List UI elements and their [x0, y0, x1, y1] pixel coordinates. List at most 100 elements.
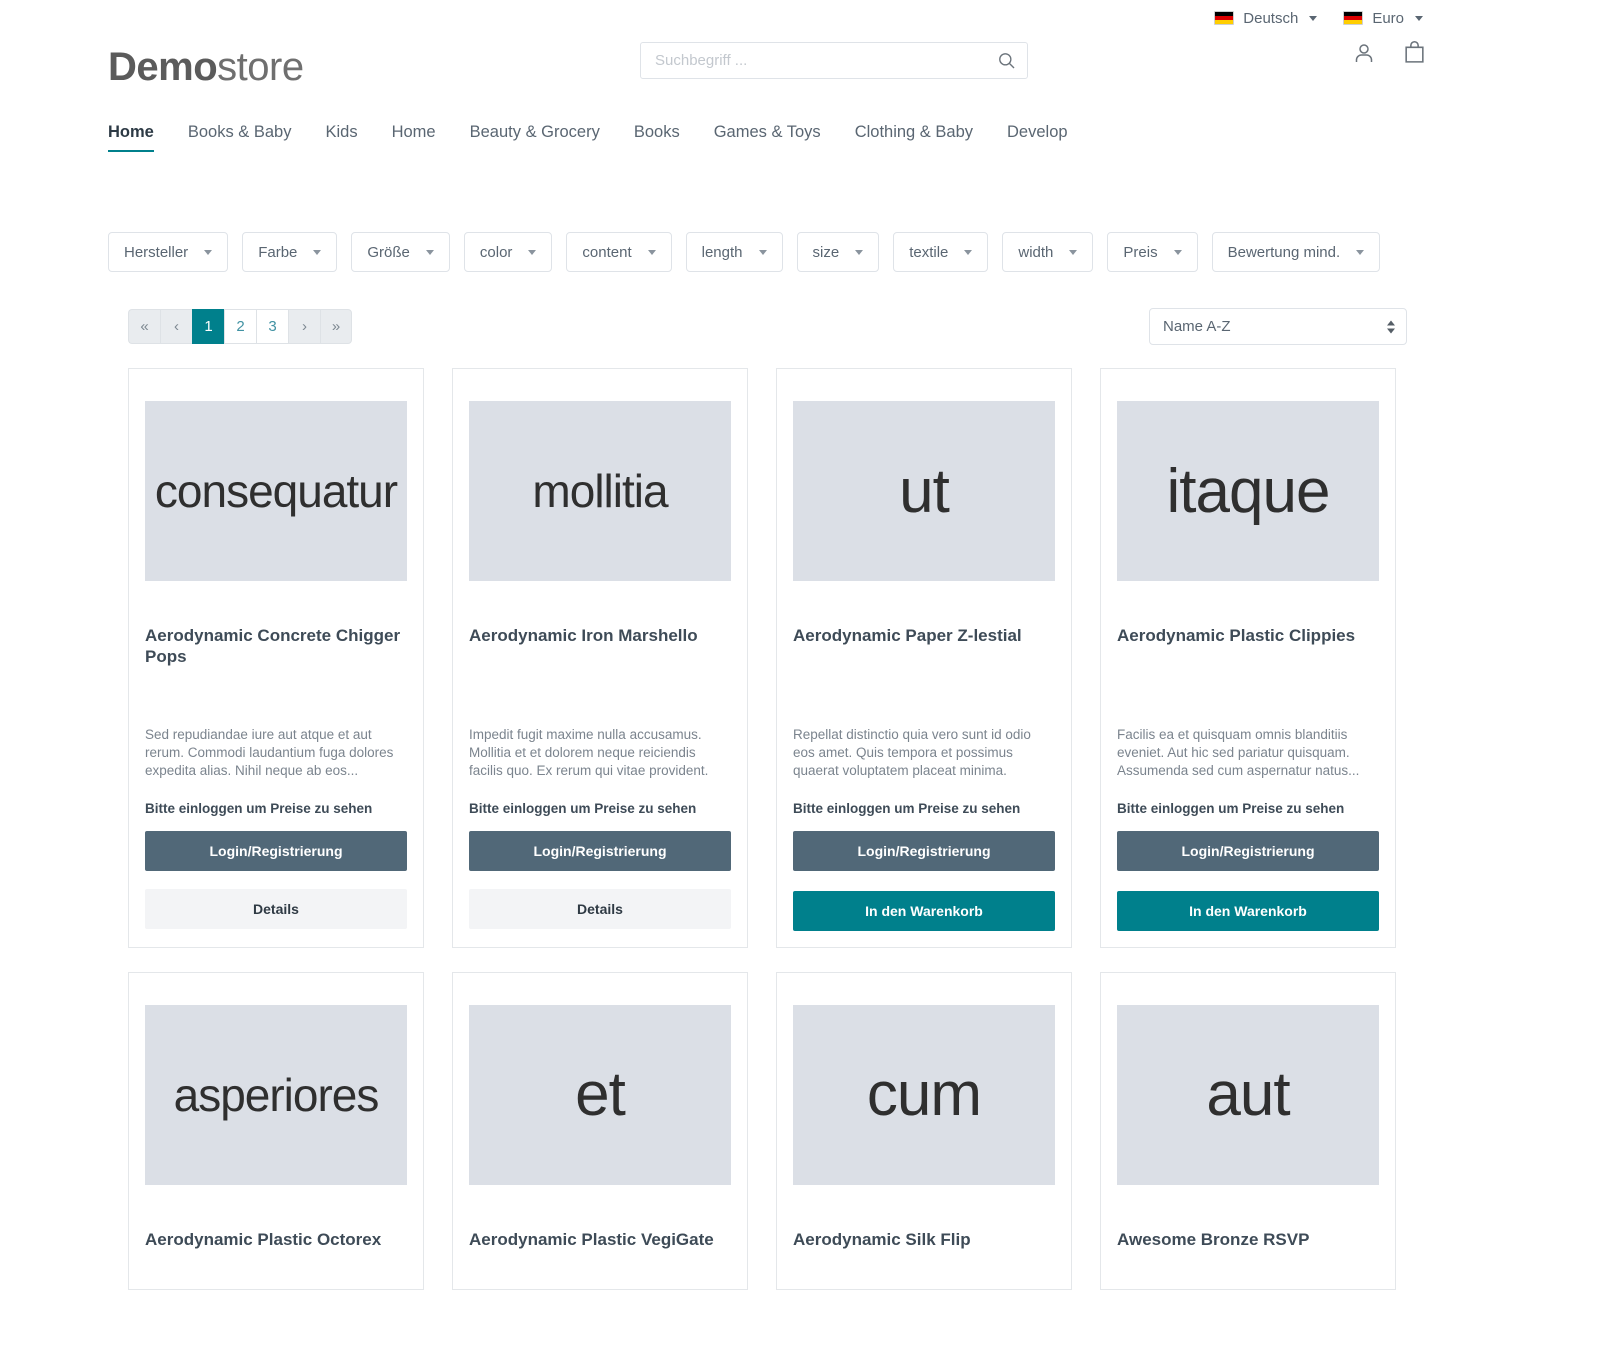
filter-size[interactable]: size	[796, 232, 880, 272]
product-title[interactable]: Aerodynamic Silk Flip	[793, 1229, 1055, 1273]
filter-hersteller[interactable]: Hersteller	[108, 232, 229, 272]
product-image-placeholder: ut	[793, 401, 1055, 581]
header-icon-group	[1352, 40, 1427, 65]
filter-width[interactable]: width	[1002, 232, 1094, 272]
product-title[interactable]: Aerodynamic Plastic VegiGate	[469, 1229, 731, 1273]
chevron-down-icon	[1415, 15, 1423, 21]
chevron-down-icon	[1173, 249, 1182, 255]
add-to-cart-button[interactable]: In den Warenkorb	[793, 890, 1055, 931]
nav-item-home[interactable]: Home	[108, 123, 154, 152]
pagination-prev[interactable]: ‹	[160, 309, 192, 344]
cart-button[interactable]	[1402, 40, 1427, 65]
logo-light-text: store	[217, 44, 304, 89]
product-card[interactable]: itaque Aerodynamic Plastic Clippies Facili…	[1100, 368, 1396, 948]
chevron-down-icon	[1356, 249, 1365, 255]
chevron-down-icon	[855, 249, 864, 255]
filter-length[interactable]: length	[685, 232, 783, 272]
search-icon	[998, 53, 1014, 69]
filter-label: Preis	[1123, 243, 1158, 261]
filter-bewertung-mind[interactable]: Bewertung mind.	[1211, 232, 1381, 272]
sort-select[interactable]: Name A-ZName Z-APreis aufsteigendPreis a…	[1149, 308, 1407, 345]
language-selector[interactable]: Deutsch	[1214, 9, 1318, 27]
account-button[interactable]	[1352, 41, 1376, 65]
product-card[interactable]: asperiores Aerodynamic Plastic Octorex	[128, 971, 424, 1290]
nav-item-books-baby[interactable]: Books & Baby	[188, 123, 292, 152]
filter-farbe[interactable]: Farbe	[242, 232, 338, 272]
product-thumbnail-area: aut	[1101, 973, 1395, 1185]
filter-grö-e[interactable]: Größe	[351, 232, 450, 272]
pagination-page-1[interactable]: 1	[192, 309, 224, 344]
product-title[interactable]: Aerodynamic Concrete Chigger Pops	[145, 625, 407, 669]
product-image-placeholder: cum	[793, 1004, 1055, 1185]
filter-label: Bewertung mind.	[1227, 243, 1341, 261]
product-image-text: itaque	[1166, 456, 1331, 526]
login-register-button[interactable]: Login/Registrierung	[469, 830, 731, 871]
product-image-text: mollitia	[532, 465, 668, 517]
site-logo[interactable]: Demostore	[108, 45, 304, 90]
product-card-body: Aerodynamic Plastic VegiGate	[453, 1185, 747, 1273]
details-button[interactable]: Details	[145, 888, 407, 929]
price-login-hint: Bitte einloggen um Preise zu sehen	[1117, 800, 1345, 816]
product-image-placeholder: mollitia	[469, 401, 731, 581]
product-image-text: ut	[899, 456, 950, 526]
search-box	[640, 42, 1028, 79]
product-card[interactable]: ut Aerodynamic Paper Z-lestial Repellat di…	[776, 368, 1072, 948]
filter-textile[interactable]: textile	[893, 232, 989, 272]
search-input[interactable]	[640, 42, 1028, 79]
product-card[interactable]: cum Aerodynamic Silk Flip	[776, 971, 1072, 1290]
chevron-down-icon	[758, 249, 767, 255]
product-card-body: Awesome Bronze RSVP	[1101, 1185, 1395, 1273]
nav-item-develop[interactable]: Develop	[1007, 123, 1068, 152]
language-label: Deutsch	[1243, 9, 1299, 27]
chevron-down-icon	[425, 249, 434, 255]
pagination-last[interactable]: »	[320, 309, 352, 344]
product-title[interactable]: Aerodynamic Plastic Clippies	[1117, 625, 1379, 669]
logo-strong-text: Demo	[108, 44, 218, 89]
filter-preis[interactable]: Preis	[1107, 232, 1198, 272]
nav-item-kids[interactable]: Kids	[325, 123, 357, 152]
pagination-next[interactable]: ›	[288, 309, 320, 344]
product-card-body: Aerodynamic Plastic Clippies Facilis ea e…	[1101, 581, 1395, 931]
product-title[interactable]: Aerodynamic Iron Marshello	[469, 625, 731, 669]
filter-label: length	[701, 243, 743, 261]
user-icon	[1355, 43, 1373, 62]
price-login-hint: Bitte einloggen um Preise zu sehen	[469, 800, 697, 816]
product-card[interactable]: mollitia Aerodynamic Iron Marshello Impedi…	[452, 368, 748, 948]
pagination: «‹ 1 2 3 ›»	[128, 309, 352, 344]
filter-label: Größe	[367, 243, 410, 261]
german-flag-icon	[1214, 11, 1235, 25]
product-title[interactable]: Awesome Bronze RSVP	[1117, 1229, 1379, 1273]
product-image-text: aut	[1206, 1060, 1290, 1130]
pagination-first[interactable]: «	[128, 309, 160, 344]
nav-item-home[interactable]: Home	[392, 123, 436, 152]
search-submit-button[interactable]	[990, 42, 1022, 79]
product-thumbnail-area: mollitia	[453, 369, 747, 581]
product-card[interactable]: et Aerodynamic Plastic VegiGate	[452, 971, 748, 1290]
product-image-text: asperiores	[173, 1068, 380, 1121]
login-register-button[interactable]: Login/Registrierung	[145, 830, 407, 871]
german-flag-icon	[1343, 11, 1364, 25]
filter-color[interactable]: color	[463, 232, 553, 272]
product-card[interactable]: consequatur Aerodynamic Concrete Chigger …	[128, 368, 424, 948]
nav-item-clothing-baby[interactable]: Clothing & Baby	[855, 123, 973, 152]
login-register-button[interactable]: Login/Registrierung	[1117, 830, 1379, 871]
product-description: Repellat distinctio quia vero sunt id od…	[793, 727, 1031, 779]
add-to-cart-button[interactable]: In den Warenkorb	[1117, 890, 1379, 931]
product-card-body: Aerodynamic Paper Z-lestial Repellat dist…	[777, 581, 1071, 931]
filter-content[interactable]: content	[566, 232, 672, 272]
login-register-button[interactable]: Login/Registrierung	[793, 830, 1055, 871]
product-card-body: Aerodynamic Iron Marshello Impedit fugit …	[453, 581, 747, 931]
nav-item-beauty-grocery[interactable]: Beauty & Grocery	[470, 123, 600, 152]
details-button[interactable]: Details	[469, 888, 731, 929]
product-thumbnail-area: asperiores	[129, 973, 423, 1185]
nav-item-books[interactable]: Books	[634, 123, 680, 152]
chevron-down-icon	[528, 249, 537, 255]
pagination-page-3[interactable]: 3	[256, 309, 288, 344]
pagination-page-2[interactable]: 2	[224, 309, 256, 344]
product-card[interactable]: aut Awesome Bronze RSVP	[1100, 971, 1396, 1290]
currency-selector[interactable]: Euro	[1343, 10, 1423, 27]
product-description: Sed repudiandae iure aut atque et aut re…	[145, 727, 394, 779]
nav-item-games-toys[interactable]: Games & Toys	[714, 123, 821, 152]
product-title[interactable]: Aerodynamic Plastic Octorex	[145, 1229, 407, 1273]
product-title[interactable]: Aerodynamic Paper Z-lestial	[793, 625, 1055, 669]
